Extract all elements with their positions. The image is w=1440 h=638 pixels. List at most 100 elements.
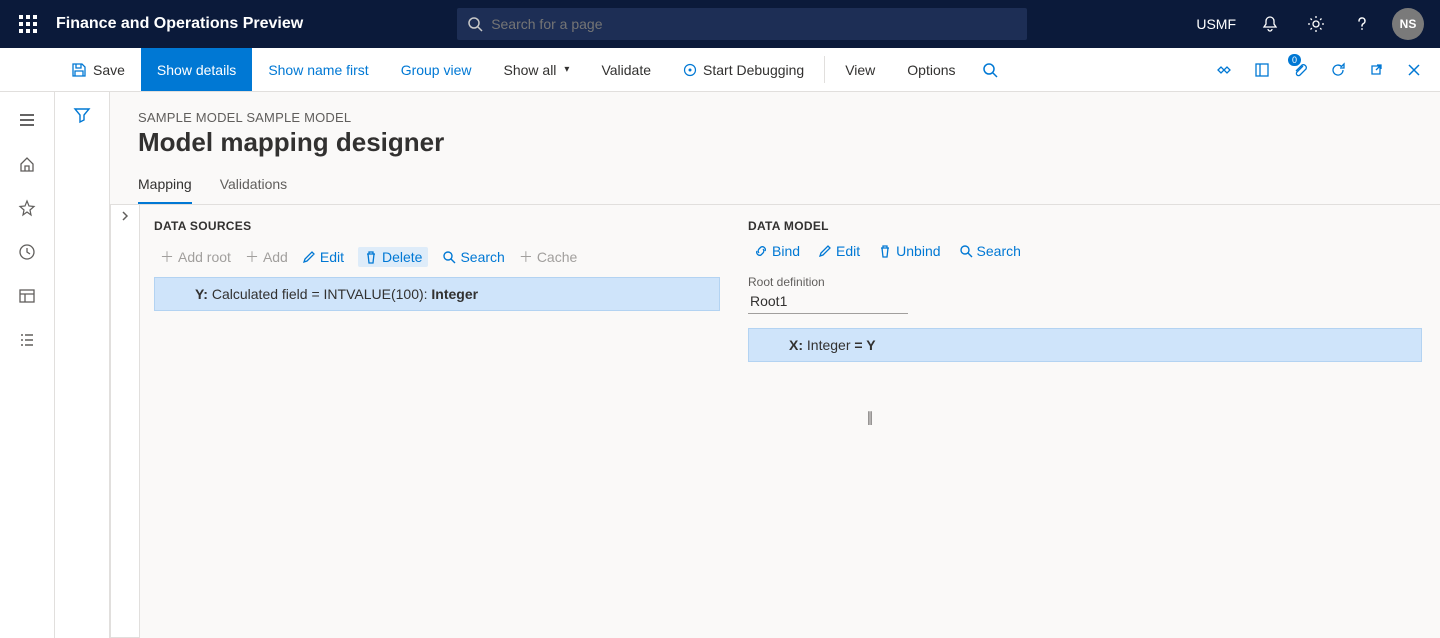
filter-icon [73, 106, 91, 124]
dm-row-type: Integer [803, 337, 854, 353]
nav-menu-button[interactable] [5, 100, 49, 140]
view-menu[interactable]: View [829, 48, 891, 91]
trash-icon [878, 244, 892, 258]
nav-modules-button[interactable] [5, 320, 49, 360]
search-icon [442, 250, 456, 264]
office-button[interactable] [1244, 48, 1280, 92]
view-label: View [845, 62, 875, 78]
ds-search-button[interactable]: Search [442, 247, 504, 267]
attachments-badge: 0 [1288, 54, 1301, 66]
save-button[interactable]: Save [55, 48, 141, 91]
dm-search-button[interactable]: Search [959, 243, 1021, 259]
nav-recent-button[interactable] [5, 232, 49, 272]
org-label[interactable]: USMF [1188, 16, 1244, 32]
page-title: Model mapping designer [138, 127, 1412, 158]
global-search[interactable] [457, 8, 1027, 40]
nav-home-button[interactable] [5, 144, 49, 184]
data-sources-title: DATA SOURCES [154, 219, 720, 233]
related-icon [1216, 62, 1232, 78]
ds-row-mid: Calculated field = INTVALUE(100): [208, 286, 431, 302]
options-menu[interactable]: Options [891, 48, 971, 91]
app-title: Finance and Operations Preview [56, 15, 303, 33]
close-icon [1407, 63, 1421, 77]
refresh-icon [1330, 62, 1346, 78]
list-icon [18, 331, 36, 349]
gear-icon [1307, 15, 1325, 33]
unbind-button[interactable]: Unbind [878, 243, 940, 259]
filter-button[interactable] [73, 106, 91, 638]
popout-button[interactable] [1358, 48, 1394, 92]
dm-row-bind: = Y [854, 337, 875, 353]
validate-label: Validate [601, 62, 651, 78]
debug-icon [683, 63, 697, 77]
workspace-icon [18, 287, 36, 305]
refresh-button[interactable] [1320, 48, 1356, 92]
help-icon [1353, 15, 1371, 33]
data-model-title: DATA MODEL [748, 219, 1422, 233]
pencil-icon [818, 244, 832, 258]
trash-icon [364, 250, 378, 264]
add-root-button[interactable]: ＋Add root [160, 247, 231, 267]
add-button[interactable]: ＋Add [245, 247, 288, 267]
pane-splitter[interactable] [866, 405, 874, 429]
save-icon [71, 62, 87, 78]
show-name-first-button[interactable]: Show name first [252, 48, 384, 91]
star-icon [18, 199, 36, 217]
find-button[interactable] [972, 48, 1008, 92]
help-button[interactable] [1342, 0, 1382, 48]
clock-icon [18, 243, 36, 261]
collapse-datasource-types[interactable] [110, 205, 140, 638]
tab-mapping[interactable]: Mapping [138, 176, 192, 204]
tab-validations[interactable]: Validations [220, 176, 287, 204]
notifications-button[interactable] [1250, 0, 1290, 48]
start-debugging-button[interactable]: Start Debugging [667, 48, 820, 91]
search-icon [959, 244, 973, 258]
ds-row-type: Integer [431, 286, 478, 302]
attachments-button[interactable]: 0 [1282, 48, 1318, 92]
bell-icon [1261, 15, 1279, 33]
waffle-icon [19, 15, 37, 33]
chevron-right-icon [120, 211, 130, 221]
global-search-input[interactable] [491, 16, 1017, 32]
show-all-dropdown[interactable]: Show all ▾ [488, 48, 586, 91]
dm-edit-button[interactable]: Edit [818, 243, 860, 259]
filter-rail [55, 92, 110, 638]
show-all-label: Show all [504, 62, 557, 78]
close-button[interactable] [1396, 48, 1432, 92]
data-source-row[interactable]: Y: Calculated field = INTVALUE(100): Int… [154, 277, 720, 311]
hamburger-icon [18, 111, 36, 129]
start-debugging-label: Start Debugging [703, 62, 804, 78]
root-definition-label: Root definition [748, 275, 1422, 289]
popout-icon [1368, 62, 1384, 78]
chevron-down-icon: ▾ [564, 64, 569, 75]
search-icon [982, 62, 998, 78]
link-icon [754, 244, 768, 258]
plus-icon: ＋ [519, 247, 533, 267]
app-launcher[interactable] [12, 8, 44, 40]
edit-button[interactable]: Edit [302, 247, 344, 267]
save-label: Save [93, 62, 125, 78]
bind-button[interactable]: Bind [754, 243, 800, 259]
related-button[interactable] [1206, 48, 1242, 92]
validate-button[interactable]: Validate [585, 48, 667, 91]
show-details-label: Show details [157, 62, 236, 78]
cache-button[interactable]: ＋Cache [519, 247, 577, 267]
settings-button[interactable] [1296, 0, 1336, 48]
show-name-first-label: Show name first [268, 62, 368, 78]
group-view-label: Group view [401, 62, 472, 78]
home-icon [18, 155, 36, 173]
nav-workspaces-button[interactable] [5, 276, 49, 316]
show-details-button[interactable]: Show details [141, 48, 252, 91]
data-model-row[interactable]: X: Integer = Y [748, 328, 1422, 362]
ds-row-name: Y: [195, 286, 208, 302]
options-label: Options [907, 62, 955, 78]
user-avatar-button[interactable]: NS [1388, 0, 1428, 48]
search-icon [467, 16, 483, 32]
delete-button[interactable]: Delete [358, 247, 428, 267]
root-definition-value[interactable]: Root1 [748, 291, 908, 314]
office-icon [1254, 62, 1270, 78]
group-view-button[interactable]: Group view [385, 48, 488, 91]
pencil-icon [302, 250, 316, 264]
dm-row-name: X: [789, 337, 803, 353]
nav-favorites-button[interactable] [5, 188, 49, 228]
